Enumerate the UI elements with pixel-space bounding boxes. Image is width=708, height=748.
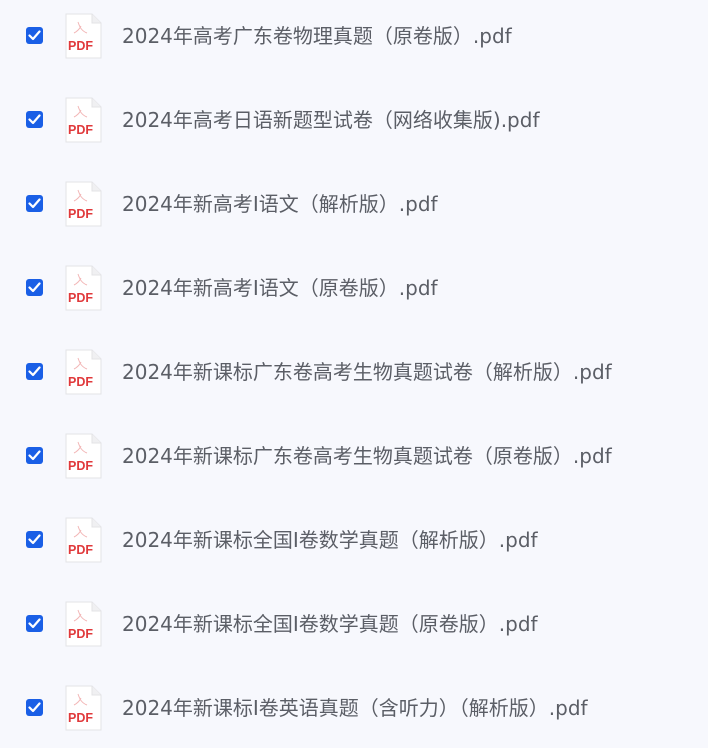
- file-name[interactable]: 2024年新高考Ⅰ语文（原卷版）.pdf: [122, 274, 438, 302]
- file-name[interactable]: 2024年新课标全国Ⅰ卷数学真题（解析版）.pdf: [122, 526, 538, 554]
- pdf-badge-text: PDF: [68, 627, 93, 641]
- file-name[interactable]: 2024年新课标全国Ⅰ卷数学真题（原卷版）.pdf: [122, 610, 538, 638]
- file-row[interactable]: PDF 2024年新课标广东卷高考生物真题试卷（解析版）.pdf: [0, 348, 708, 396]
- pdf-badge-text: PDF: [68, 39, 93, 53]
- file-row[interactable]: PDF 2024年新课标广东卷高考生物真题试卷（原卷版）.pdf: [0, 432, 708, 480]
- checked-checkbox-icon[interactable]: [26, 27, 43, 44]
- pdf-badge-text: PDF: [68, 291, 93, 305]
- pdf-file-icon: PDF: [65, 517, 102, 563]
- file-row[interactable]: PDF 2024年新课标Ⅰ卷英语真题（含听力）（解析版）.pdf: [0, 684, 708, 732]
- pdf-badge-text: PDF: [68, 711, 93, 725]
- pdf-file-icon: PDF: [65, 685, 102, 731]
- file-list: PDF 2024年高考广东卷物理真题（原卷版）.pdf PDF 2024年高考日…: [0, 0, 708, 748]
- checked-checkbox-icon[interactable]: [26, 447, 43, 464]
- checked-checkbox-icon[interactable]: [26, 279, 43, 296]
- checked-checkbox-icon[interactable]: [26, 195, 43, 212]
- pdf-file-icon: PDF: [65, 349, 102, 395]
- checked-checkbox-icon[interactable]: [26, 615, 43, 632]
- file-name[interactable]: 2024年新课标Ⅰ卷英语真题（含听力）（解析版）.pdf: [122, 694, 588, 722]
- file-name[interactable]: 2024年新课标广东卷高考生物真题试卷（解析版）.pdf: [122, 358, 612, 386]
- checked-checkbox-icon[interactable]: [26, 531, 43, 548]
- file-row[interactable]: PDF 2024年新高考Ⅰ语文（解析版）.pdf: [0, 180, 708, 228]
- file-row[interactable]: PDF 2024年新课标全国Ⅰ卷数学真题（解析版）.pdf: [0, 516, 708, 564]
- file-name[interactable]: 2024年高考广东卷物理真题（原卷版）.pdf: [122, 22, 512, 50]
- pdf-badge-text: PDF: [68, 459, 93, 473]
- pdf-file-icon: PDF: [65, 97, 102, 143]
- checked-checkbox-icon[interactable]: [26, 111, 43, 128]
- file-row[interactable]: PDF 2024年高考广东卷物理真题（原卷版）.pdf: [0, 12, 708, 60]
- file-row[interactable]: PDF 2024年新课标全国Ⅰ卷数学真题（原卷版）.pdf: [0, 600, 708, 648]
- file-row[interactable]: PDF 2024年高考日语新题型试卷（网络收集版).pdf: [0, 96, 708, 144]
- file-name[interactable]: 2024年高考日语新题型试卷（网络收集版).pdf: [122, 106, 540, 134]
- checked-checkbox-icon[interactable]: [26, 699, 43, 716]
- pdf-badge-text: PDF: [68, 123, 93, 137]
- pdf-file-icon: PDF: [65, 601, 102, 647]
- file-name[interactable]: 2024年新高考Ⅰ语文（解析版）.pdf: [122, 190, 438, 218]
- pdf-badge-text: PDF: [68, 543, 93, 557]
- pdf-file-icon: PDF: [65, 433, 102, 479]
- file-name[interactable]: 2024年新课标广东卷高考生物真题试卷（原卷版）.pdf: [122, 442, 612, 470]
- pdf-file-icon: PDF: [65, 13, 102, 59]
- pdf-badge-text: PDF: [68, 375, 93, 389]
- checked-checkbox-icon[interactable]: [26, 363, 43, 380]
- pdf-file-icon: PDF: [65, 181, 102, 227]
- pdf-badge-text: PDF: [68, 207, 93, 221]
- pdf-file-icon: PDF: [65, 265, 102, 311]
- file-row[interactable]: PDF 2024年新高考Ⅰ语文（原卷版）.pdf: [0, 264, 708, 312]
